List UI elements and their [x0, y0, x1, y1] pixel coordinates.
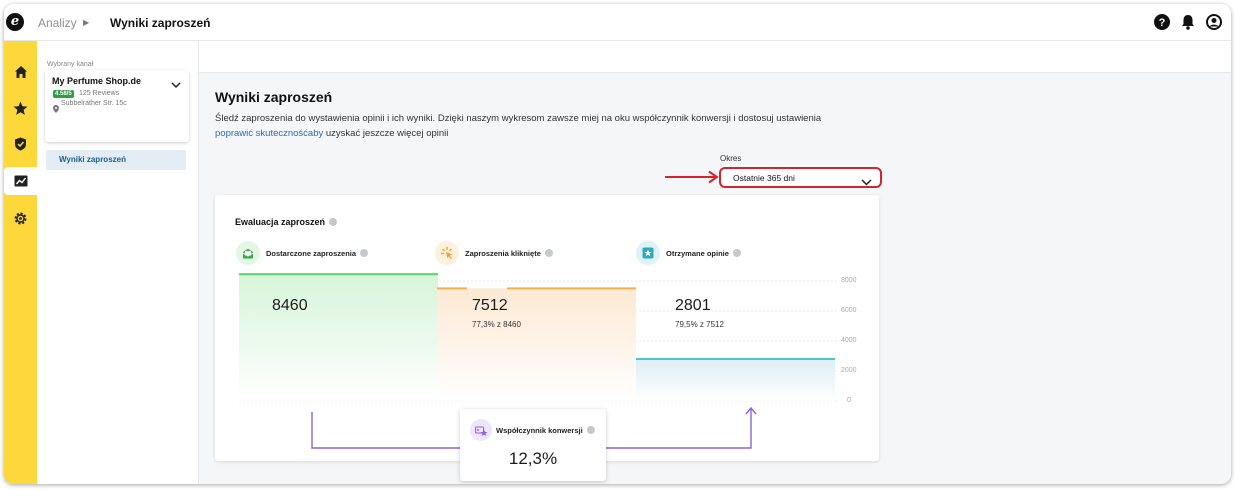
conversion-value: 12,3% — [508, 449, 558, 468]
breadcrumb-current: Wyniki zaproszeń — [110, 16, 211, 30]
home-icon[interactable] — [4, 58, 37, 86]
conversion-rate-box: Współczynnik konwersji 12,3% — [460, 409, 606, 481]
chart-icon[interactable] — [4, 167, 37, 195]
channel-selector[interactable]: My Perfume Shop.de 4.58/5 125 Reviews Su… — [45, 70, 189, 142]
y-tick-label: 2000 — [841, 367, 857, 374]
user-icon[interactable] — [1205, 13, 1223, 31]
description-tail: uzyskać jeszcze więcej opinii — [323, 128, 449, 139]
chevron-down-icon[interactable] — [171, 76, 181, 94]
y-tick-label: 0 — [847, 397, 851, 404]
chevron-down-icon[interactable] — [861, 173, 872, 191]
annotation-arrow-icon — [665, 170, 719, 184]
description-text: Śledź zaproszenia do wystawienia opinii … — [215, 113, 822, 124]
y-tick-label: 4000 — [841, 337, 857, 344]
channel-label: Wybrany kanał — [47, 61, 94, 68]
sidebar: Wybrany kanał My Perfume Shop.de 4.58/5 … — [37, 41, 199, 484]
period-value: Ostatnie 365 dni — [733, 173, 795, 183]
bar-0 — [239, 274, 438, 401]
svg-text:?: ? — [1159, 17, 1166, 29]
page-title: Wyniki zaproszeń — [215, 89, 333, 105]
location-pin-icon — [53, 100, 59, 113]
breadcrumb-arrow-icon: ▶ — [83, 18, 90, 27]
period-select[interactable]: Ostatnie 365 dni — [719, 167, 882, 188]
page-description: Śledź zaproszenia do wystawienia opinii … — [215, 111, 895, 141]
breadcrumb-parent[interactable]: Analizy — [38, 16, 77, 30]
shop-name: My Perfume Shop.de — [52, 76, 142, 86]
y-tick-label: 8000 — [841, 277, 857, 284]
bar-1 — [437, 288, 636, 401]
conversion-label: Współczynnik konwersji — [496, 426, 595, 435]
sub-header — [199, 41, 1231, 73]
invitation-evaluation-card: Ewaluacja zaproszeń Dostarczone zaprosze… — [215, 195, 879, 481]
reviews-subtext: 79,5% z 7512 — [675, 320, 724, 329]
period-label: Okres — [720, 154, 742, 163]
rating-badge: 4.58/5 — [53, 90, 74, 98]
conversion-icon — [470, 419, 492, 441]
review-count: 125 Reviews — [79, 90, 120, 97]
bar-2 — [636, 358, 835, 401]
trusted-shops-logo[interactable]: e — [6, 13, 24, 31]
shop-address: Subbelrather Str. 15c — [61, 100, 127, 107]
sidebar-item-label: Wyniki zaproszeń — [59, 155, 126, 164]
help-icon[interactable]: ? — [1153, 13, 1171, 31]
clicked-subtext: 77,3% z 8460 — [472, 320, 521, 329]
reviews-value: 2801 — [675, 297, 711, 314]
top-bar: e Analizy ▶ Wyniki zaproszeń ? — [4, 4, 1231, 41]
left-rail — [4, 41, 37, 484]
shield-icon[interactable] — [4, 130, 37, 158]
sidebar-item-wyniki-zaproszen[interactable]: Wyniki zaproszeń — [46, 150, 186, 170]
delivered-value: 8460 — [272, 297, 308, 314]
app-window: e Analizy ▶ Wyniki zaproszeń ? Wybrany k… — [4, 4, 1231, 484]
clicked-value: 7512 — [472, 297, 508, 314]
star-icon[interactable] — [4, 94, 37, 122]
improve-link[interactable]: poprawić skutecznośćaby — [215, 128, 323, 139]
gear-icon[interactable] — [4, 204, 37, 232]
bell-icon[interactable] — [1179, 13, 1197, 31]
info-icon[interactable] — [586, 426, 595, 434]
y-tick-label: 6000 — [841, 307, 857, 314]
